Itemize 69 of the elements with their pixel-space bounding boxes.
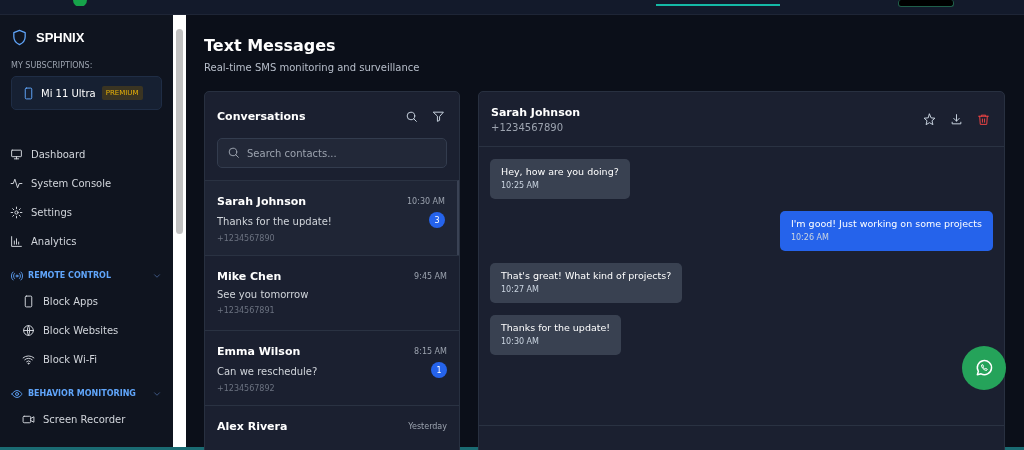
section-header[interactable]: BEHAVIOR MONITORING [11, 382, 162, 405]
speech-bubble-phone-icon [974, 358, 994, 378]
contact-name: Sarah Johnson [217, 195, 307, 208]
scrollbar[interactable] [173, 15, 186, 447]
download-icon [950, 112, 963, 126]
star-button[interactable] [921, 110, 938, 128]
page-title: Text Messages [204, 36, 337, 56]
phone-icon [22, 86, 35, 100]
panel-title: Conversations [217, 109, 306, 123]
conversation-item[interactable]: Emma Wilson 8:15 AM Can we reschedule? 1 +1234567892 [205, 330, 459, 405]
conversation-item[interactable]: Alex Rivera Yesterday [205, 405, 459, 450]
eye-icon [11, 387, 23, 400]
device-name: Mi 11 Ultra [41, 87, 96, 99]
globe-icon [22, 324, 35, 337]
message-text: I'm good! Just working on some projects [790, 218, 982, 229]
nav-item[interactable]: Block Apps [10, 287, 162, 316]
phone-number: +1234567890 [217, 234, 276, 243]
monitor-icon [10, 148, 23, 161]
message-text: Hey, how are you doing? [501, 166, 619, 177]
unread-badge: 1 [431, 362, 447, 378]
message-time: Yesterday [408, 422, 447, 431]
brand-name: SPHNIX [36, 29, 85, 45]
logo-icon [72, 0, 88, 6]
message-time: 10:27 AM [501, 285, 540, 294]
page-subtitle: Real-time SMS monitoring and surveillance [204, 62, 421, 73]
pulse-icon [10, 177, 23, 190]
search-field[interactable]: Search contacts... [217, 138, 447, 168]
nav-item[interactable]: Dashboard [10, 140, 162, 169]
message-time: 10:25 AM [501, 181, 540, 190]
section-header[interactable]: REMOTE CONTROL [11, 264, 162, 287]
message-time: 8:15 AM [414, 347, 447, 356]
nav-item[interactable]: Block Websites [10, 316, 162, 345]
message-time: 10:26 AM [790, 233, 830, 242]
contact-name: Emma Wilson [217, 345, 301, 358]
nav-item[interactable]: Block Wi-Fi [10, 345, 162, 374]
phone-number: +1234567890 [491, 121, 564, 133]
message-time: 9:45 AM [414, 272, 447, 281]
phone-icon [22, 295, 35, 308]
nav-item[interactable]: Settings [10, 198, 162, 227]
filter-icon [432, 109, 445, 123]
nav-item[interactable]: Screen Recorder [10, 405, 162, 434]
header-button[interactable] [898, 0, 954, 7]
search-icon [405, 109, 418, 123]
bar-chart-icon [10, 235, 23, 248]
nav-item[interactable]: System Console [10, 169, 162, 198]
conversation-item[interactable]: Mike Chen 9:45 AM See you tomorrow +1234567891 [205, 255, 459, 330]
star-icon [923, 112, 936, 126]
conversation-item[interactable]: Sarah Johnson 10:30 AM Thanks for the update! 3 +1234567890 [205, 180, 459, 255]
contact-name: Mike Chen [217, 270, 282, 283]
broadcast-icon [11, 269, 23, 282]
message-text: That's great! What kind of projects? [501, 270, 672, 281]
message-text: Thanks for the update! [501, 322, 611, 333]
wifi-icon [22, 353, 35, 366]
unread-badge: 3 [429, 212, 445, 228]
message-preview: See you tomorrow [217, 289, 309, 300]
contact-name: Sarah Johnson [491, 105, 581, 119]
trash-icon [977, 112, 990, 126]
video-camera-icon [22, 413, 35, 426]
message-preview: Can we reschedule? [217, 365, 318, 377]
message-time: 10:30 AM [407, 197, 445, 206]
nav-item[interactable]: Analytics [10, 227, 162, 256]
contact-name: Alex Rivera [217, 420, 288, 433]
phone-number: +1234567892 [217, 384, 276, 393]
phone-number: +1234567891 [217, 306, 276, 315]
scrollbar-thumb[interactable] [176, 29, 183, 234]
message-time: 10:30 AM [501, 337, 540, 346]
shield-icon [11, 28, 28, 46]
section-label: MY SUBSCRIPTIONS: [11, 61, 94, 70]
message-preview: Thanks for the update! [217, 215, 332, 227]
